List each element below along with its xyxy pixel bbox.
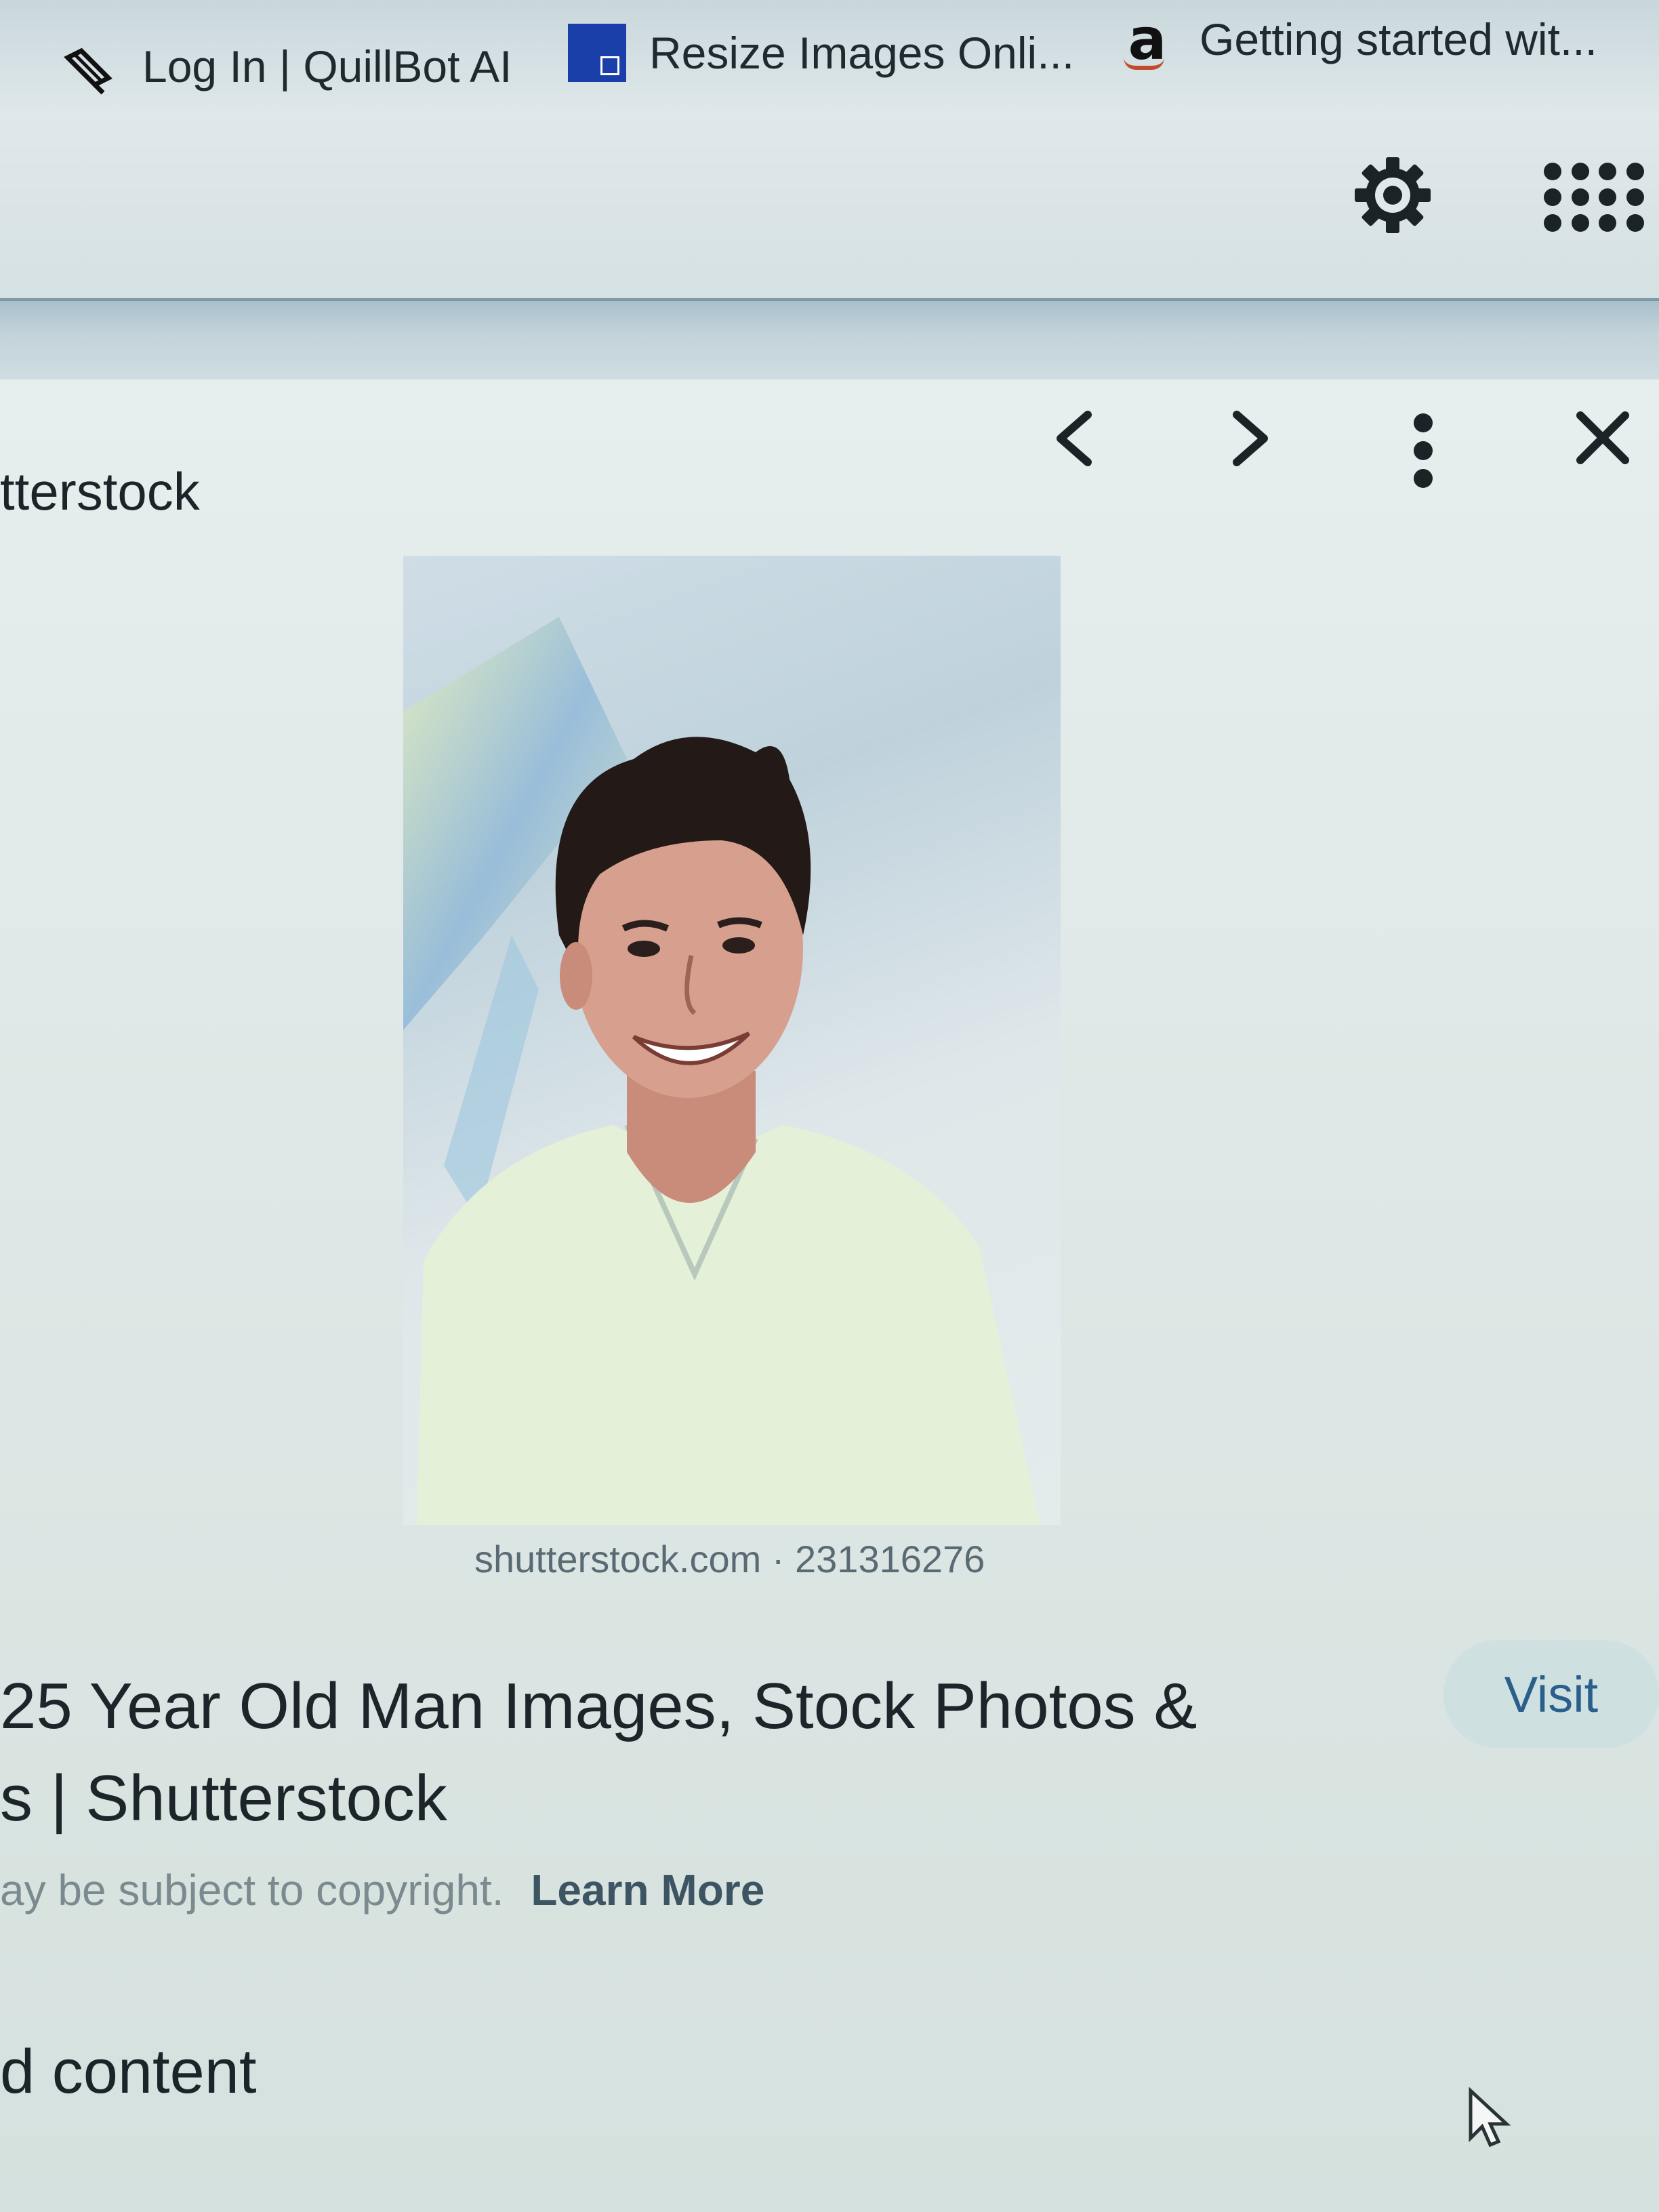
bookmark-amazon[interactable]: a Getting started wit...	[1118, 6, 1597, 73]
bookmark-quillbot-label: Log In | QuillBot AI	[142, 41, 512, 91]
bookmark-amazon-label: Getting started wit...	[1200, 14, 1597, 64]
source-site-title[interactable]: tterstock	[0, 461, 200, 523]
bookmark-resize-label: Resize Images Onli...	[649, 28, 1075, 78]
amazon-icon: a	[1118, 6, 1176, 73]
resize-icon	[568, 24, 626, 82]
quill-icon	[61, 37, 119, 96]
divider-band	[0, 298, 1659, 382]
visit-button[interactable]: Visit	[1443, 1640, 1659, 1748]
close-icon	[1576, 411, 1629, 464]
bookmark-resize-images[interactable]: Resize Images Onli...	[568, 24, 1074, 82]
google-apps-icon[interactable]	[1544, 163, 1645, 232]
previous-image-button[interactable]	[1050, 407, 1098, 481]
preview-image[interactable]	[403, 556, 1061, 1525]
more-options-icon[interactable]	[1410, 413, 1437, 488]
copyright-text: ay be subject to copyright.	[0, 1866, 504, 1914]
chevron-right-icon	[1233, 411, 1268, 466]
mouse-cursor-icon	[1467, 2087, 1515, 2148]
bookmark-quillbot[interactable]: Log In | QuillBot AI	[61, 37, 512, 96]
learn-more-link[interactable]: Learn More	[531, 1866, 764, 1914]
image-caption: shutterstock.com · 231316276	[474, 1538, 985, 1580]
related-content-heading: d content	[0, 2037, 257, 2106]
next-image-button[interactable]	[1227, 407, 1274, 481]
result-title[interactable]: 25 Year Old Man Images, Stock Photos & s…	[0, 1660, 1220, 1845]
close-viewer-button[interactable]	[1572, 400, 1633, 481]
chevron-left-icon	[1057, 411, 1092, 466]
copyright-notice: ay be subject to copyright. Learn More	[0, 1865, 764, 1915]
settings-gear-icon[interactable]	[1352, 155, 1433, 236]
bookmarks-bar: Log In | QuillBot AI Resize Images Onli.…	[0, 0, 1659, 117]
